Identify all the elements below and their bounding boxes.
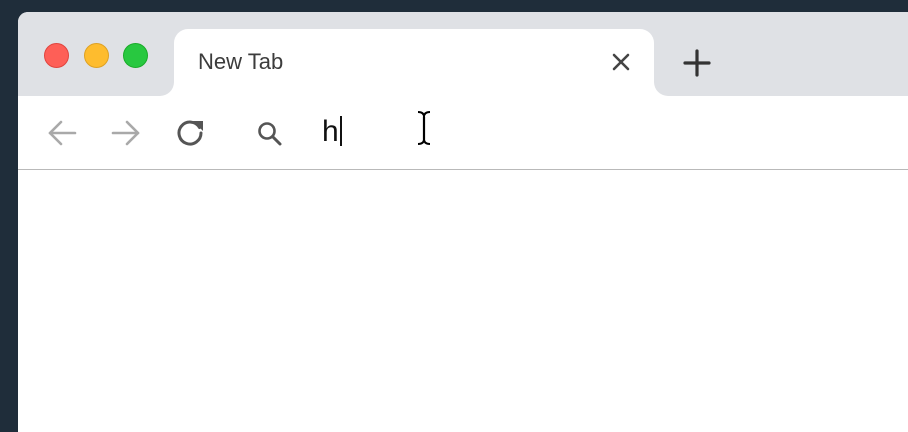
- reload-icon[interactable]: [173, 116, 207, 150]
- tab-new-tab[interactable]: New Tab: [174, 29, 654, 96]
- zoom-window-button[interactable]: [123, 43, 148, 68]
- text-cursor-icon: [417, 111, 431, 145]
- search-icon: [258, 122, 282, 146]
- arrow-left-icon[interactable]: [45, 116, 79, 150]
- arrow-right-icon[interactable]: [109, 116, 143, 150]
- address-input[interactable]: h: [302, 110, 862, 154]
- browser-window: New Tab h: [18, 12, 908, 432]
- close-window-button[interactable]: [44, 43, 69, 68]
- minimize-window-button[interactable]: [84, 43, 109, 68]
- text-caret: [339, 116, 342, 147]
- page-content: [18, 170, 908, 432]
- tab-title: New Tab: [198, 49, 284, 74]
- toolbar: h: [18, 96, 908, 170]
- close-icon[interactable]: [610, 51, 632, 73]
- address-value: h: [322, 115, 339, 148]
- title-bar: New Tab: [18, 12, 908, 96]
- plus-icon[interactable]: [682, 48, 712, 78]
